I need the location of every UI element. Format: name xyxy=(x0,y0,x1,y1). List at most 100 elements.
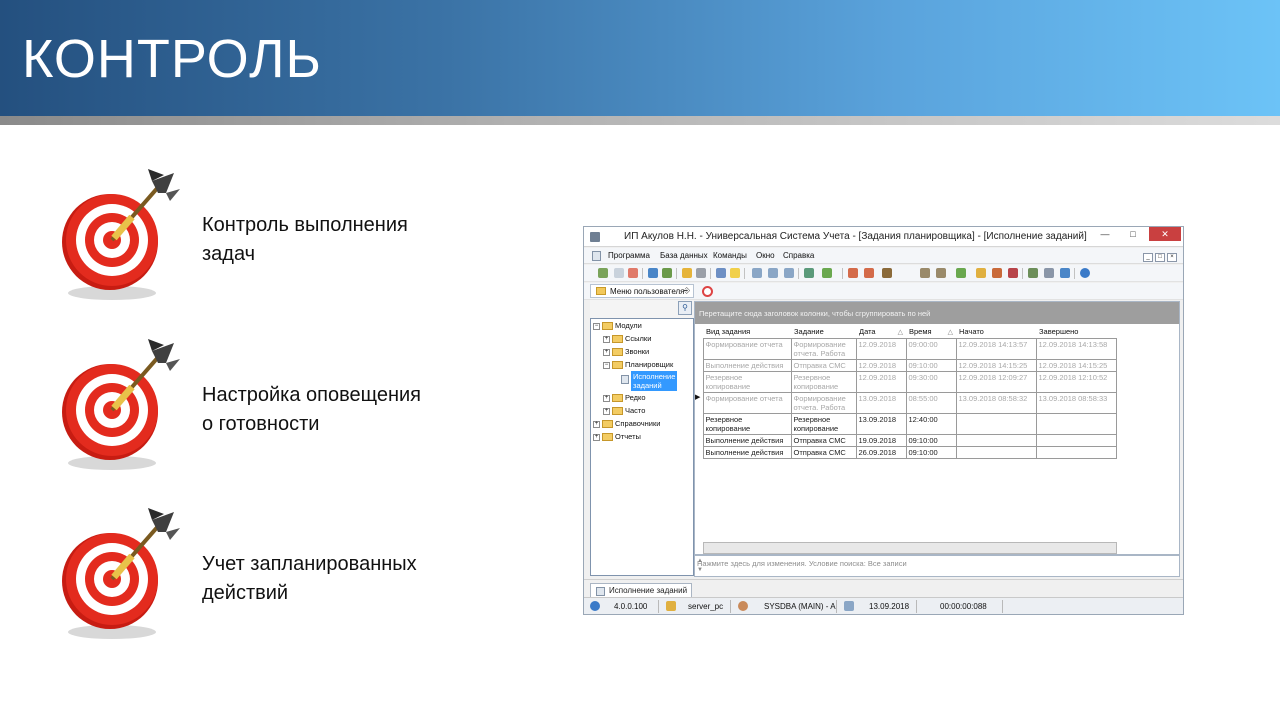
down-icon[interactable] xyxy=(768,268,778,278)
cell-finished[interactable] xyxy=(1035,412,1117,435)
cell-kind[interactable]: Формирование отчета xyxy=(702,391,792,414)
tools-icon[interactable] xyxy=(920,268,930,278)
cell-finished[interactable]: 12.09.2018 14:13:58 xyxy=(1035,337,1117,360)
open-window-icon[interactable] xyxy=(848,268,858,278)
tab-execution[interactable]: Исполнение заданий xyxy=(590,583,693,598)
tree-node-reports[interactable]: + Отчеты xyxy=(593,432,641,442)
cell-time[interactable]: 09:30:00 xyxy=(905,370,957,393)
cell-started[interactable]: 12.09.2018 14:13:57 xyxy=(955,337,1037,360)
horizontal-scrollbar[interactable] xyxy=(703,542,1117,554)
column-header-time[interactable]: Время △ xyxy=(906,326,956,338)
lock-icon[interactable] xyxy=(976,268,986,278)
books-icon[interactable] xyxy=(1008,268,1018,278)
cell-finished[interactable] xyxy=(1035,433,1117,447)
exit-icon[interactable] xyxy=(882,268,892,278)
tree-node-links[interactable]: + Ссылки xyxy=(603,334,651,344)
refresh-icon[interactable] xyxy=(662,268,672,278)
users-icon[interactable] xyxy=(992,268,1002,278)
cancel-icon[interactable] xyxy=(702,286,713,297)
cell-kind[interactable]: Выполнение действия xyxy=(702,445,792,459)
cell-date[interactable]: 13.09.2018 xyxy=(855,391,907,414)
tree-node-often[interactable]: + Часто xyxy=(603,406,645,416)
cell-kind[interactable]: Выполнение действия xyxy=(702,433,792,447)
column-header-date[interactable]: Дата △ xyxy=(856,326,906,338)
close-button[interactable]: ✕ xyxy=(1149,227,1181,241)
table-row[interactable]: Выполнение действия Отправка СМС 12.09.201… xyxy=(695,358,1117,372)
close-window-icon[interactable] xyxy=(864,268,874,278)
search-icon[interactable] xyxy=(648,268,658,278)
table-row[interactable]: Резервное копирование Резервное копировани… xyxy=(695,370,1117,393)
cell-task1[interactable]: Резервное копирование xyxy=(790,412,857,435)
note-icon[interactable] xyxy=(730,268,740,278)
cell-date[interactable]: 26.09.2018 xyxy=(855,445,907,459)
filter-clear-icon[interactable] xyxy=(696,268,706,278)
mdi-restore-button[interactable]: □ xyxy=(1155,253,1165,262)
column-header-finished[interactable]: Завершено xyxy=(1036,326,1116,338)
info-icon[interactable] xyxy=(1080,268,1090,278)
cell-time[interactable]: 08:55:00 xyxy=(905,391,957,414)
cell-kind[interactable]: Резервное копирование xyxy=(702,370,792,393)
table-row[interactable]: Выполнение действия Отправка СМС 19.09.201… xyxy=(695,433,1117,447)
table-row[interactable]: Выполнение действия Отправка СМС 26.09.201… xyxy=(695,445,1117,459)
menu-commands[interactable]: Команды xyxy=(713,251,747,260)
filter-icon[interactable] xyxy=(682,268,692,278)
cell-started[interactable] xyxy=(955,445,1037,459)
cell-date[interactable]: 12.09.2018 xyxy=(855,337,907,360)
mdi-minimize-button[interactable]: _ xyxy=(1143,253,1153,262)
cell-task1[interactable]: Формирование отчета. Работа xyxy=(790,391,857,414)
image-icon[interactable] xyxy=(956,268,966,278)
table-row[interactable]: Резервное копирование Резервное копировани… xyxy=(695,412,1117,435)
cell-finished[interactable]: 13.09.2018 08:58:33 xyxy=(1035,391,1117,414)
cell-task1[interactable]: Отправка СМС xyxy=(790,445,857,459)
cell-finished[interactable]: 12.09.2018 12:10:52 xyxy=(1035,370,1117,393)
cell-task1[interactable]: Отправка СМС xyxy=(790,358,857,372)
minimize-button[interactable]: — xyxy=(1092,227,1118,241)
tree-node-references[interactable]: + Справочники xyxy=(593,419,660,429)
link-icon[interactable] xyxy=(1060,268,1070,278)
cell-started[interactable]: 13.09.2018 08:58:32 xyxy=(955,391,1037,414)
tree-node-execution[interactable]: Исполнение заданий xyxy=(621,371,678,391)
tree-node-calls[interactable]: + Звонки xyxy=(603,347,649,357)
cell-finished[interactable]: 12.09.2018 14:15:25 xyxy=(1035,358,1117,372)
cell-date[interactable]: 12.09.2018 xyxy=(855,358,907,372)
cell-time[interactable]: 09:10:00 xyxy=(905,358,957,372)
column-header-task[interactable]: Задание xyxy=(791,326,856,338)
cell-time[interactable]: 09:10:00 xyxy=(905,433,957,447)
filter-condition-bar[interactable]: Нажмите здесь для изменения. Условие пои… xyxy=(694,555,1180,577)
tree-node-modules[interactable]: − Модули xyxy=(593,321,642,331)
cell-time[interactable]: 09:00:00 xyxy=(905,337,957,360)
cell-task1[interactable]: Формирование отчета. Работа xyxy=(790,337,857,360)
tree-node-rarely[interactable]: + Редко xyxy=(603,393,646,403)
pin-icon[interactable]: ⎆ xyxy=(684,286,690,296)
copy-icon[interactable] xyxy=(614,268,624,278)
cell-task1[interactable]: Отправка СМС xyxy=(790,433,857,447)
cell-finished[interactable] xyxy=(1035,445,1117,459)
scroll-arrows-icon[interactable]: ▲ ▼ xyxy=(697,557,1177,575)
cell-task1[interactable]: Резервное копирование xyxy=(790,370,857,393)
menu-database[interactable]: База данных xyxy=(660,251,708,260)
search-icon[interactable]: ⚲ xyxy=(678,301,692,315)
maximize-button[interactable]: □ xyxy=(1120,227,1146,241)
calendar-icon[interactable] xyxy=(1028,268,1038,278)
cell-started[interactable] xyxy=(955,412,1037,435)
cell-started[interactable] xyxy=(955,433,1037,447)
printer-icon[interactable] xyxy=(1044,268,1054,278)
bookmark-icon[interactable] xyxy=(716,268,726,278)
cell-time[interactable]: 09:10:00 xyxy=(905,445,957,459)
cell-date[interactable]: 12.09.2018 xyxy=(855,370,907,393)
mdi-close-button[interactable]: × xyxy=(1167,253,1177,262)
tree-node-scheduler[interactable]: − Планировщик xyxy=(603,360,673,370)
group-by-panel[interactable]: Перетащите сюда заголовок колонки, чтобы… xyxy=(695,302,1179,324)
cell-kind[interactable]: Формирование отчета xyxy=(702,337,792,360)
menu-window[interactable]: Окно xyxy=(756,251,775,260)
export-icon[interactable] xyxy=(804,268,814,278)
print-menu-icon[interactable] xyxy=(822,268,832,278)
table-row[interactable]: Формирование отчета Формирование отчета. Р… xyxy=(695,337,1117,360)
cell-kind[interactable]: Выполнение действия xyxy=(702,358,792,372)
settings-icon[interactable] xyxy=(936,268,946,278)
column-header-started[interactable]: Начато xyxy=(956,326,1036,338)
new-record-icon[interactable] xyxy=(598,268,608,278)
first-record-icon[interactable] xyxy=(752,268,762,278)
up-icon[interactable] xyxy=(784,268,794,278)
cell-time[interactable]: 12:40:00 xyxy=(905,412,957,435)
